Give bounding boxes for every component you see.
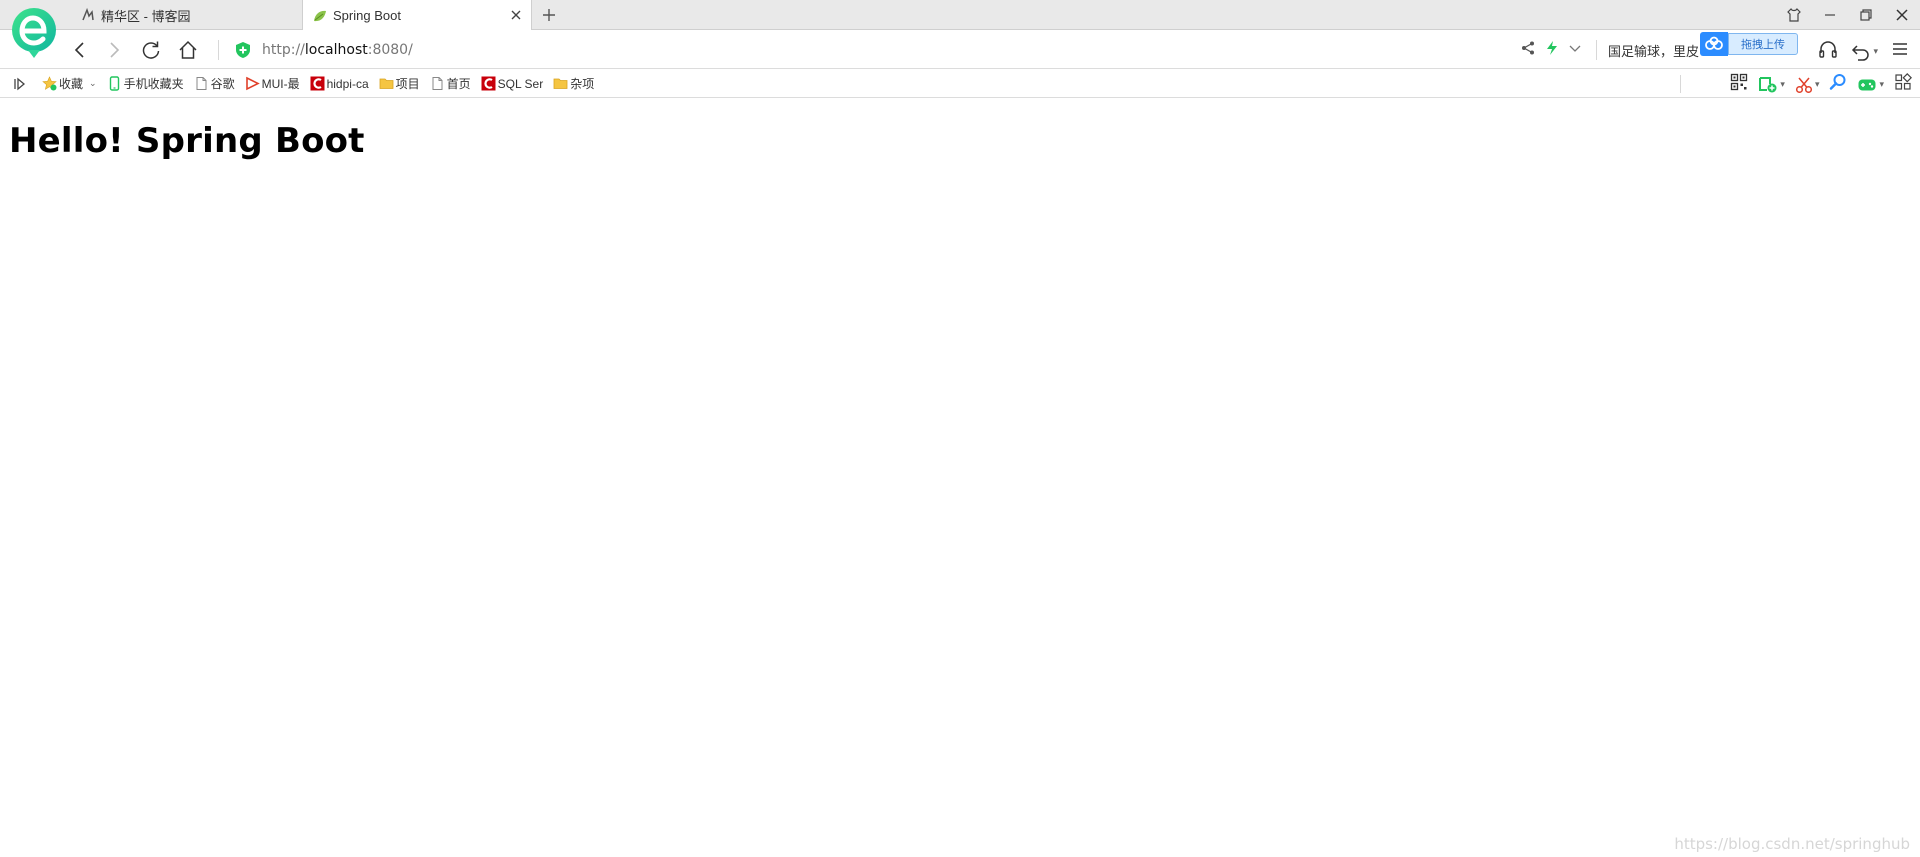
watermark: https://blog.csdn.net/springhub bbox=[1674, 835, 1910, 853]
page-icon bbox=[194, 76, 209, 91]
bookmark-label: SQL Ser bbox=[497, 76, 544, 91]
url-text: http://localhost:8080/ bbox=[262, 42, 413, 58]
minimize-icon[interactable] bbox=[1812, 0, 1848, 30]
bookmark-list: 收藏 ⌄ 手机收藏夹 谷歌 MUI-最 hidpi-ca 项目 首页 SQL S… bbox=[42, 69, 604, 98]
drag-upload-button[interactable]: 拖拽上传 bbox=[1728, 33, 1798, 55]
baidu-upload[interactable]: 拖拽上传 bbox=[1700, 32, 1798, 56]
bookmark-label: 收藏 bbox=[59, 77, 84, 91]
bookmark-label: MUI-最 bbox=[261, 77, 300, 91]
bookmark-favorites[interactable]: 收藏 ⌄ bbox=[42, 75, 97, 92]
skin-icon[interactable] bbox=[1776, 0, 1812, 30]
restore-icon[interactable] bbox=[1848, 0, 1884, 30]
page-title: Hello! Spring Boot bbox=[9, 121, 365, 161]
search-icon[interactable] bbox=[1829, 73, 1847, 96]
speed-mode-icon[interactable] bbox=[1544, 40, 1560, 61]
close-tab-icon[interactable] bbox=[509, 8, 523, 22]
mui-icon bbox=[245, 76, 260, 91]
folder-icon bbox=[553, 76, 568, 91]
page-icon bbox=[430, 76, 445, 91]
bookmark-mobile-favorites[interactable]: 手机收藏夹 bbox=[107, 75, 184, 92]
bookmark-label: 首页 bbox=[446, 77, 471, 91]
chevron-down-icon[interactable]: ▾ bbox=[1879, 79, 1884, 90]
tab-cnblogs[interactable]: 精华区 - 博客园 bbox=[72, 0, 302, 30]
back-icon[interactable] bbox=[68, 38, 92, 62]
address-bar[interactable]: http://localhost:8080/ bbox=[234, 36, 1494, 64]
bookmark-google[interactable]: 谷歌 bbox=[194, 75, 235, 92]
bookmark-hidpi[interactable]: hidpi-ca bbox=[310, 76, 369, 91]
bookmarks-bar: 收藏 ⌄ 手机收藏夹 谷歌 MUI-最 hidpi-ca 项目 首页 SQL S… bbox=[0, 69, 1920, 98]
cnblogs-icon bbox=[80, 7, 96, 23]
right-toolbar: ▾ bbox=[1817, 38, 1910, 65]
page-content: Hello! Spring Boot https://blog.csdn.net… bbox=[0, 99, 1920, 857]
news-ticker[interactable]: 国足输球，里皮 bbox=[1608, 41, 1704, 60]
chevron-down-icon[interactable]: ▾ bbox=[1815, 79, 1820, 90]
share-icon[interactable] bbox=[1520, 40, 1536, 61]
url-host: localhost bbox=[304, 42, 368, 58]
tab-spring-boot[interactable]: Spring Boot bbox=[302, 0, 532, 31]
bookmark-misc[interactable]: 杂项 bbox=[553, 75, 594, 92]
menu-icon[interactable] bbox=[1890, 39, 1910, 64]
tab-title: Spring Boot bbox=[333, 8, 401, 23]
browser-logo-icon[interactable] bbox=[10, 6, 58, 60]
new-tab-icon[interactable] bbox=[540, 6, 558, 24]
navigation-bar: http://localhost:8080/ 国足输球，里皮 拖拽上传 ▾ bbox=[0, 30, 1920, 69]
bookmark-label: 项目 bbox=[395, 77, 420, 91]
tab-title: 精华区 - 博客园 bbox=[101, 8, 191, 24]
home-icon[interactable] bbox=[176, 38, 200, 62]
chevron-down-icon[interactable]: ▾ bbox=[1780, 79, 1785, 90]
bookmark-label: hidpi-ca bbox=[326, 76, 369, 91]
forward-icon[interactable] bbox=[102, 38, 126, 62]
game-icon[interactable]: ▾ bbox=[1857, 76, 1884, 94]
bookmark-project[interactable]: 项目 bbox=[379, 75, 420, 92]
screenshot-icon[interactable]: ▾ bbox=[1795, 76, 1820, 94]
bookmark-label: 手机收藏夹 bbox=[123, 77, 184, 91]
bookmark-label: 杂项 bbox=[570, 77, 595, 91]
sidebar-toggle-icon[interactable] bbox=[12, 76, 28, 92]
headphones-icon[interactable] bbox=[1817, 38, 1839, 65]
cloud-icon bbox=[1700, 32, 1728, 56]
bookmark-label: 谷歌 bbox=[210, 77, 235, 91]
url-rest: :8080/ bbox=[367, 42, 413, 58]
address-separator bbox=[1596, 40, 1597, 60]
chevron-down-icon[interactable]: ▾ bbox=[1873, 46, 1878, 57]
csdn-icon bbox=[310, 76, 325, 91]
bookmark-sql-server[interactable]: SQL Ser bbox=[481, 76, 544, 91]
undo-icon[interactable]: ▾ bbox=[1851, 42, 1878, 62]
extension-toolbar: ▾ ▾ ▾ bbox=[1730, 73, 1912, 96]
chevron-down-icon[interactable] bbox=[1568, 41, 1582, 60]
nav-separator bbox=[218, 40, 219, 60]
bookmark-home[interactable]: 首页 bbox=[430, 75, 471, 92]
shield-icon bbox=[234, 41, 252, 59]
star-icon bbox=[42, 76, 57, 91]
add-app-icon[interactable]: ▾ bbox=[1758, 76, 1785, 94]
phone-icon bbox=[107, 76, 122, 91]
close-window-icon[interactable] bbox=[1884, 0, 1920, 30]
qr-code-icon[interactable] bbox=[1730, 73, 1748, 96]
tab-strip: 精华区 - 博客园 Spring Boot bbox=[0, 0, 1920, 31]
apps-grid-icon[interactable] bbox=[1894, 73, 1912, 96]
address-tools bbox=[1520, 38, 1582, 62]
reload-icon[interactable] bbox=[139, 38, 163, 62]
chevron-down-icon[interactable]: ⌄ bbox=[89, 78, 97, 89]
window-controls bbox=[1776, 0, 1920, 30]
url-scheme: http:// bbox=[262, 42, 305, 58]
spring-leaf-icon bbox=[312, 8, 328, 24]
csdn-icon bbox=[481, 76, 496, 91]
bookmark-mui[interactable]: MUI-最 bbox=[245, 75, 300, 92]
folder-icon bbox=[379, 76, 394, 91]
toolbar-separator bbox=[1680, 75, 1681, 93]
